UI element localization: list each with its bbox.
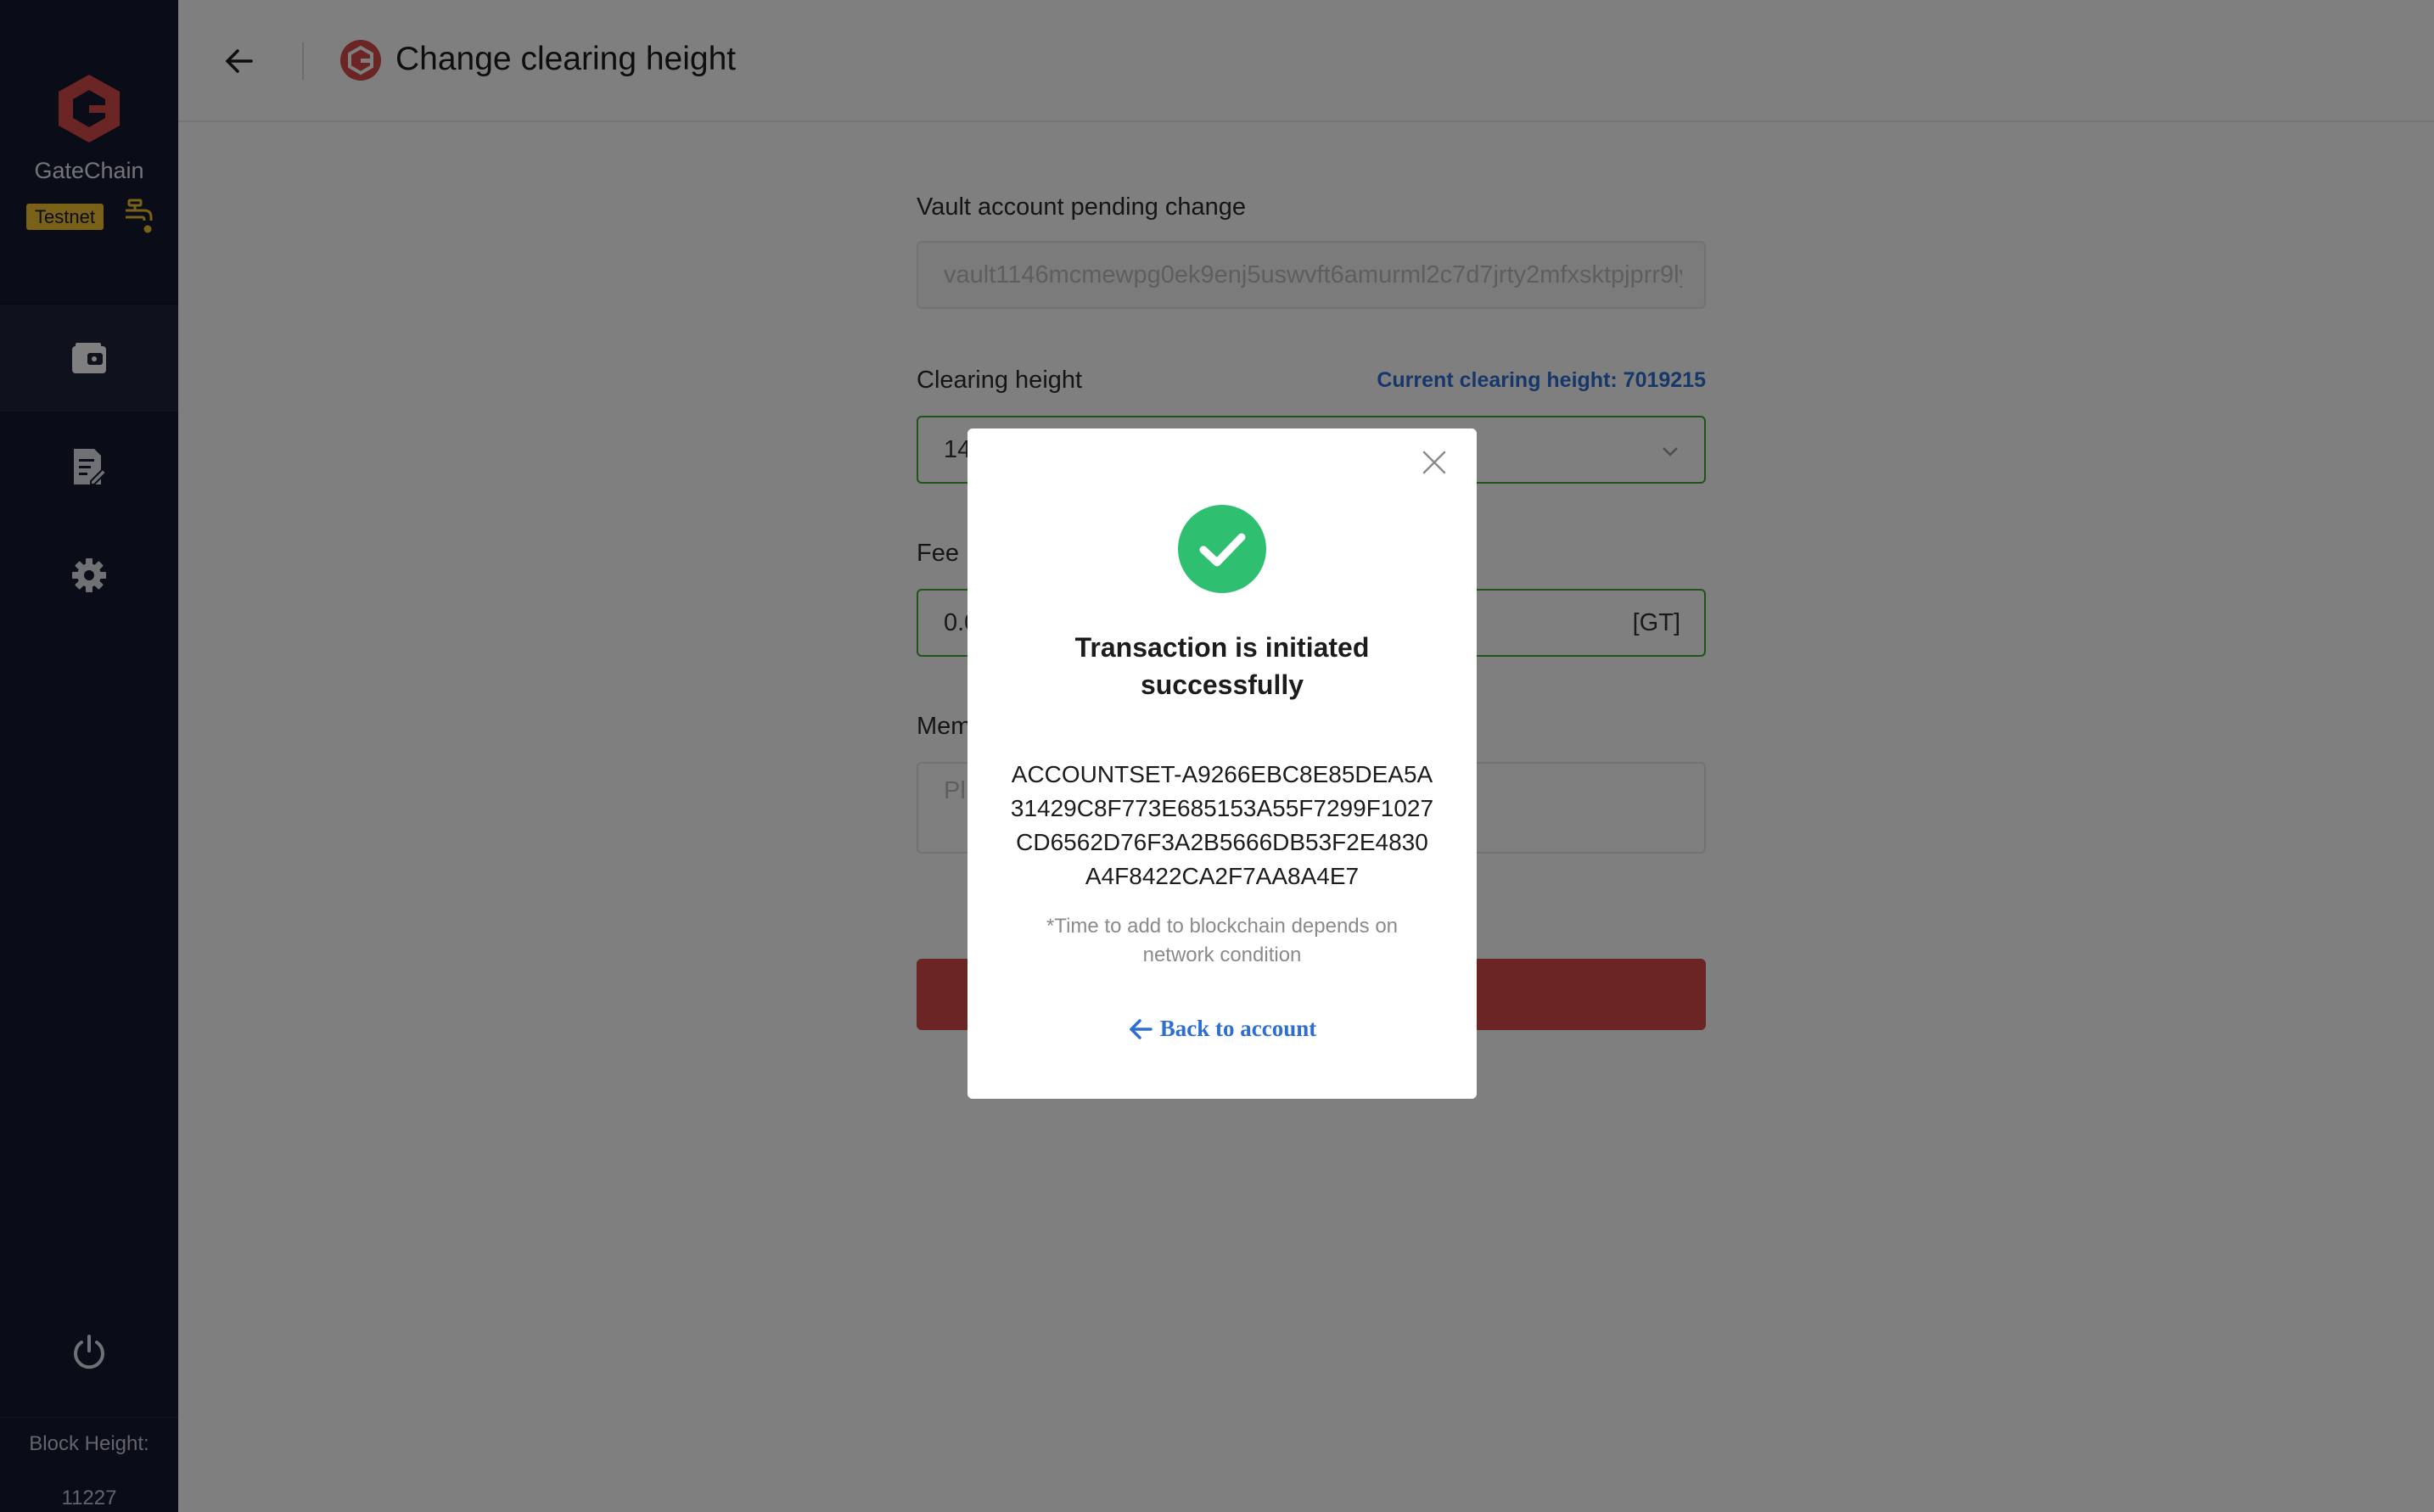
transaction-hash: ACCOUNTSET-A9266EBC8E85DEA5A31429C8F773E… [1010, 761, 1434, 889]
back-to-account-link[interactable]: Back to account [967, 1016, 1477, 1042]
back-to-account-label: Back to account [1159, 1016, 1317, 1041]
close-icon[interactable] [1417, 445, 1451, 479]
arrow-left-icon [1130, 1018, 1153, 1039]
dialog-title: Transaction is initiated successfully [1074, 632, 1370, 700]
success-check-icon [1178, 505, 1266, 593]
success-dialog: Transaction is initiated successfully AC… [967, 428, 1477, 1099]
confirmation-note: *Time to add to blockchain depends on ne… [1046, 915, 1399, 966]
